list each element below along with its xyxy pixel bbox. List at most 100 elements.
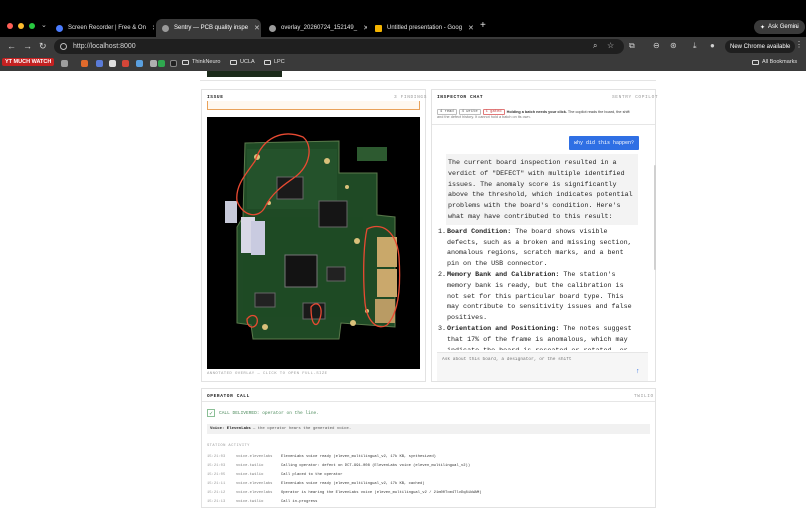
issue-title: ISSUE (207, 95, 224, 100)
new-chrome-available-button[interactable]: New Chrome available (725, 40, 796, 53)
activity-message: ElevenLabs voice ready (eleven_multiling… (281, 454, 436, 459)
operator-divider (202, 401, 655, 402)
chevron-down-icon[interactable]: ⌄ (794, 22, 800, 30)
site-info-icon[interactable] (60, 43, 67, 50)
gemini-icon: ✦ (760, 24, 766, 31)
tab-label: Screen Recorder | Free & On (68, 25, 146, 31)
gmail-icon[interactable] (122, 60, 129, 67)
operator-call-provider: TWILIO (634, 394, 654, 399)
activity-row: 15:21:03 voice.elevenlabs ElevenLabs voi… (207, 452, 650, 461)
tab-presentation[interactable]: Untitled presentation - Goog ✕ (369, 19, 475, 37)
tab-screen-recorder[interactable]: Screen Recorder | Free & On ✕ (50, 19, 154, 37)
station-activity-log: 15:21:03 voice.elevenlabs ElevenLabs voi… (207, 452, 650, 506)
bookmark-lpc[interactable]: LPC (264, 59, 285, 65)
pcb-sticker (251, 221, 265, 255)
tab-label: overlay_20260724_152149_ (281, 25, 358, 31)
apps-grid-icon[interactable] (61, 60, 68, 67)
activity-message: ElevenLabs voice ready (eleven_multiling… (281, 481, 425, 486)
activity-message: Call placed to the operator (281, 472, 343, 477)
vpn-icon[interactable]: ⊛ (670, 41, 677, 50)
activity-time: 15:21:05 (207, 472, 226, 477)
activity-time: 15:21:12 (207, 490, 226, 495)
back-arrow-icon[interactable]: ← (7, 40, 16, 52)
chat-input[interactable] (442, 357, 632, 362)
folder-icon (182, 59, 189, 65)
bookmark-icon[interactable] (170, 60, 177, 67)
bookmark-yt-much-watch[interactable]: YT MUCH WATCH (2, 58, 55, 66)
list-item: 2. Memory Bank and Calibration: The stat… (436, 270, 638, 324)
minimize-window-dot[interactable] (18, 23, 24, 29)
bookmark-label: LPC (274, 59, 285, 65)
extensions-icon[interactable]: ⧉ (629, 41, 635, 51)
activity-source: voice.twilio (236, 472, 264, 477)
bookmark-icon[interactable] (81, 60, 88, 67)
bookmark-ucla[interactable]: UCLA (230, 59, 255, 65)
close-tab-icon[interactable]: ✕ (462, 24, 474, 32)
reload-icon[interactable]: ↻ (39, 40, 47, 52)
voice-info-bar: Voice: ElevenLabs — the operator hears t… (207, 424, 650, 434)
bookmark-star-icon[interactable]: ☆ (607, 41, 614, 50)
permission-note-text: The copilot reads the board, the shift (567, 110, 630, 114)
bookmark-thinkneuro[interactable]: ThinkNeuro (182, 59, 220, 65)
close-window-dot[interactable] (7, 23, 13, 29)
bookmark-label: All Bookmarks (762, 59, 798, 65)
pcb-overlay-svg (225, 133, 401, 340)
pcb-connector (377, 269, 397, 297)
bookmarks-bar (0, 57, 806, 71)
bookmark-icon[interactable] (109, 60, 116, 67)
tab-sentry[interactable]: Sentry — PCB quality inspe ✕ (156, 19, 261, 37)
close-tab-icon[interactable]: ✕ (146, 24, 154, 32)
bookmark-icon[interactable] (136, 60, 143, 67)
activity-row: 15:21:05 voice.twilio Call placed to the… (207, 470, 650, 479)
activity-time: 15:21:11 (207, 481, 226, 486)
pcb-sticker (225, 201, 237, 223)
forward-arrow-icon[interactable]: → (23, 40, 32, 52)
user-message-bubble: why did this happen? (569, 136, 639, 150)
check-icon: ✓ (207, 409, 215, 417)
permission-note-bold: Holding a batch needs your click. (506, 110, 567, 114)
pcb-connector (377, 237, 397, 267)
chat-scrollbar[interactable] (654, 165, 656, 270)
folder-icon (264, 59, 271, 65)
activity-message: Calling operator: defect on DCT-991-008 … (281, 463, 471, 468)
close-tab-icon[interactable]: ✕ (357, 24, 367, 32)
pcb-pad (350, 320, 356, 326)
permission-note-line2: and the defect history. It cannot hold a… (437, 115, 531, 119)
pcb-chip (318, 200, 348, 228)
send-arrow-icon[interactable]: ↑ (636, 368, 640, 375)
activity-message: Operator is hearing the ElevenLabs voice… (281, 490, 482, 495)
list-item: 3. Orientation and Positioning: The note… (436, 324, 638, 350)
annotated-board-image[interactable] (207, 117, 420, 369)
bookmark-icon[interactable] (96, 60, 103, 67)
close-tab-icon[interactable]: ✕ (248, 24, 260, 32)
search-icon[interactable]: ⌕ (593, 41, 597, 51)
download-icon[interactable]: ⤓ (693, 41, 697, 51)
bookmark-icon[interactable] (150, 60, 157, 67)
address-bar[interactable]: http://localhost:8000 (54, 39, 624, 54)
pcb-pad (262, 324, 268, 330)
list-item: 1. Board Condition: The board shows visi… (436, 227, 638, 270)
profile-icon[interactable]: ● (710, 41, 715, 50)
zoom-window-dot[interactable] (29, 23, 35, 29)
more-menu-icon[interactable]: ⋮ (795, 40, 803, 49)
activity-row: 15:21:12 voice.elevenlabs Operator is he… (207, 488, 650, 497)
issue-findings-count: 3 FINDINGS (394, 95, 428, 100)
link-icon[interactable]: ⊖ (653, 41, 660, 50)
tab-search-icon[interactable]: ⌄ (41, 21, 47, 29)
new-tab-icon[interactable]: + (480, 20, 486, 31)
bookmark-label: UCLA (240, 59, 255, 65)
screen-recorder-icon (56, 24, 63, 32)
drive-icon[interactable] (158, 60, 165, 67)
activity-time: 15:21:03 (207, 463, 226, 468)
list-number: 1. (438, 227, 447, 236)
activity-source: voice.twilio (236, 499, 264, 504)
voice-description: — the operator hears the generated voice… (252, 427, 352, 431)
all-bookmarks[interactable]: All Bookmarks (752, 59, 797, 65)
overlay-caption[interactable]: ANNOTATED OVERLAY — CLICK TO OPEN FULL-S… (207, 372, 327, 376)
call-delivered-status: ✓ CALL DELIVERED: operator on the line. (207, 409, 319, 417)
pcb-chip (254, 292, 276, 308)
tab-overlay[interactable]: overlay_20260724_152149_ ✕ (263, 19, 367, 37)
folder-icon (752, 59, 759, 65)
pcb-pad (345, 185, 349, 189)
pcb-pad (354, 238, 360, 244)
